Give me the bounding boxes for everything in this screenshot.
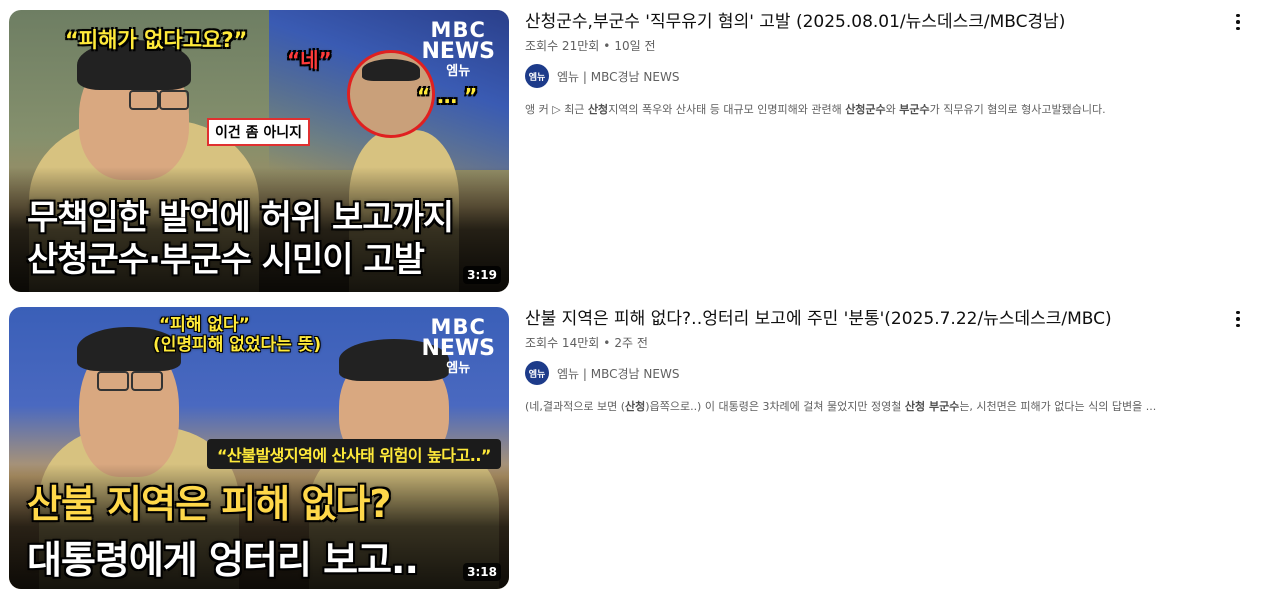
logo-line: MBC bbox=[430, 18, 486, 42]
thumbnail-figure bbox=[131, 371, 163, 391]
more-options-icon[interactable] bbox=[1228, 10, 1248, 34]
thumbnail-quote: “네” bbox=[287, 48, 332, 72]
logo-line: 엠뉴 bbox=[446, 361, 471, 376]
description-text: 지역의 폭우와 산사태 등 대규모 인명피해와 관련해 bbox=[608, 103, 846, 116]
mbc-news-logo: MBC NEWS 엠뉴 bbox=[421, 315, 495, 376]
video-info: 산불 지역은 피해 없다?‥엉터리 보고에 주민 '분통'(2025.7.22/… bbox=[525, 307, 1215, 415]
thumbnail-quote: “피해 없다” bbox=[159, 315, 250, 335]
avatar[interactable]: 엠뉴 bbox=[525, 64, 549, 88]
video-result-1[interactable]: “피해가 없다고요?” “네” “ … ” 이건 좀 아니지 MBC NEWS … bbox=[0, 10, 1265, 295]
avatar[interactable]: 엠뉴 bbox=[525, 361, 549, 385]
more-options-icon[interactable] bbox=[1228, 307, 1248, 331]
logo-line: 엠뉴 bbox=[446, 64, 471, 79]
video-description: 앵 커 ▷ 최근 산청지역의 폭우와 산사태 등 대규모 인명피해와 관련해 산… bbox=[525, 102, 1215, 118]
channel-name[interactable]: 엠뉴 | MBC경남 NEWS bbox=[557, 68, 679, 85]
channel-link[interactable]: 엠뉴 엠뉴 | MBC경남 NEWS bbox=[525, 361, 1215, 385]
description-text: 앵 커 ▷ 최근 bbox=[525, 103, 588, 116]
thumbnail-headline: 대통령에게 엉터리 보고.. bbox=[27, 538, 419, 582]
thumbnail-quote: “피해가 없다고요?” bbox=[65, 28, 248, 52]
duration-badge: 3:18 bbox=[463, 563, 501, 581]
duration-badge: 3:19 bbox=[463, 266, 501, 284]
description-highlight: 산청군수 bbox=[845, 103, 886, 116]
video-title[interactable]: 산불 지역은 피해 없다?‥엉터리 보고에 주민 '분통'(2025.7.22/… bbox=[525, 307, 1215, 331]
video-meta: 조회수 14만회 • 2주 전 bbox=[525, 335, 1215, 351]
separator-dot: • bbox=[603, 336, 611, 350]
video-info: 산청군수,부군수 '직무유기 혐의' 고발 (2025.08.01/뉴스데스크/… bbox=[525, 10, 1215, 118]
description-text: )읍쪽으로..) 이 대통령은 3차례에 걸쳐 물었지만 정영철 bbox=[645, 400, 905, 413]
view-count: 조회수 21만회 bbox=[525, 39, 600, 53]
channel-link[interactable]: 엠뉴 엠뉴 | MBC경남 NEWS bbox=[525, 64, 1215, 88]
thumbnail-caption: 이건 좀 아니지 bbox=[207, 118, 311, 146]
description-highlight: 부군수 bbox=[899, 103, 930, 116]
description-text: 는, 시천면은 피해가 없다는 식의 답변을 ... bbox=[959, 400, 1157, 413]
thumbnail-headline: 산불 지역은 피해 없다? bbox=[27, 482, 391, 526]
channel-name[interactable]: 엠뉴 | MBC경남 NEWS bbox=[557, 365, 679, 382]
view-count: 조회수 14만회 bbox=[525, 336, 600, 350]
description-highlight: 산청 bbox=[625, 400, 646, 413]
thumbnail-banner: “산불발생지역에 산사태 위험이 높다고..” bbox=[207, 439, 501, 469]
description-text: (네,결과적으로 보면 ( bbox=[525, 400, 626, 413]
video-meta: 조회수 21만회 • 10일 전 bbox=[525, 38, 1215, 54]
logo-line: NEWS bbox=[421, 336, 495, 361]
thumbnail-headline: 산청군수·부군수 시민이 고발 bbox=[27, 240, 425, 280]
description-highlight: 산청 bbox=[587, 103, 609, 116]
video-description: (네,결과적으로 보면 (산청)읍쪽으로..) 이 대통령은 3차례에 걸쳐 물… bbox=[525, 399, 1215, 415]
description-text: 와 bbox=[885, 103, 900, 116]
video-title[interactable]: 산청군수,부군수 '직무유기 혐의' 고발 (2025.08.01/뉴스데스크/… bbox=[525, 10, 1215, 34]
video-thumbnail[interactable]: “피해 없다” (인명피해 없었다는 뜻) “산불발생지역에 산사태 위험이 높… bbox=[9, 307, 509, 589]
thumbnail-figure bbox=[129, 90, 159, 110]
logo-line: NEWS bbox=[421, 39, 495, 64]
thumbnail-quote: “ … ” bbox=[417, 84, 478, 108]
upload-age: 2주 전 bbox=[614, 336, 648, 350]
logo-line: MBC bbox=[430, 315, 486, 339]
thumbnail-quote: (인명피해 없었다는 뜻) bbox=[153, 335, 322, 355]
separator-dot: • bbox=[603, 39, 611, 53]
thumbnail-figure bbox=[97, 371, 129, 391]
mbc-news-logo: MBC NEWS 엠뉴 bbox=[421, 18, 495, 79]
video-result-2[interactable]: “피해 없다” (인명피해 없었다는 뜻) “산불발생지역에 산사태 위험이 높… bbox=[0, 307, 1265, 592]
description-text: 가 직무유기 혐의로 형사고발됐습니다. bbox=[929, 103, 1106, 116]
thumbnail-figure bbox=[159, 90, 189, 110]
video-thumbnail[interactable]: “피해가 없다고요?” “네” “ … ” 이건 좀 아니지 MBC NEWS … bbox=[9, 10, 509, 292]
upload-age: 10일 전 bbox=[614, 39, 656, 53]
description-highlight: 산청 부군수 bbox=[904, 400, 960, 413]
